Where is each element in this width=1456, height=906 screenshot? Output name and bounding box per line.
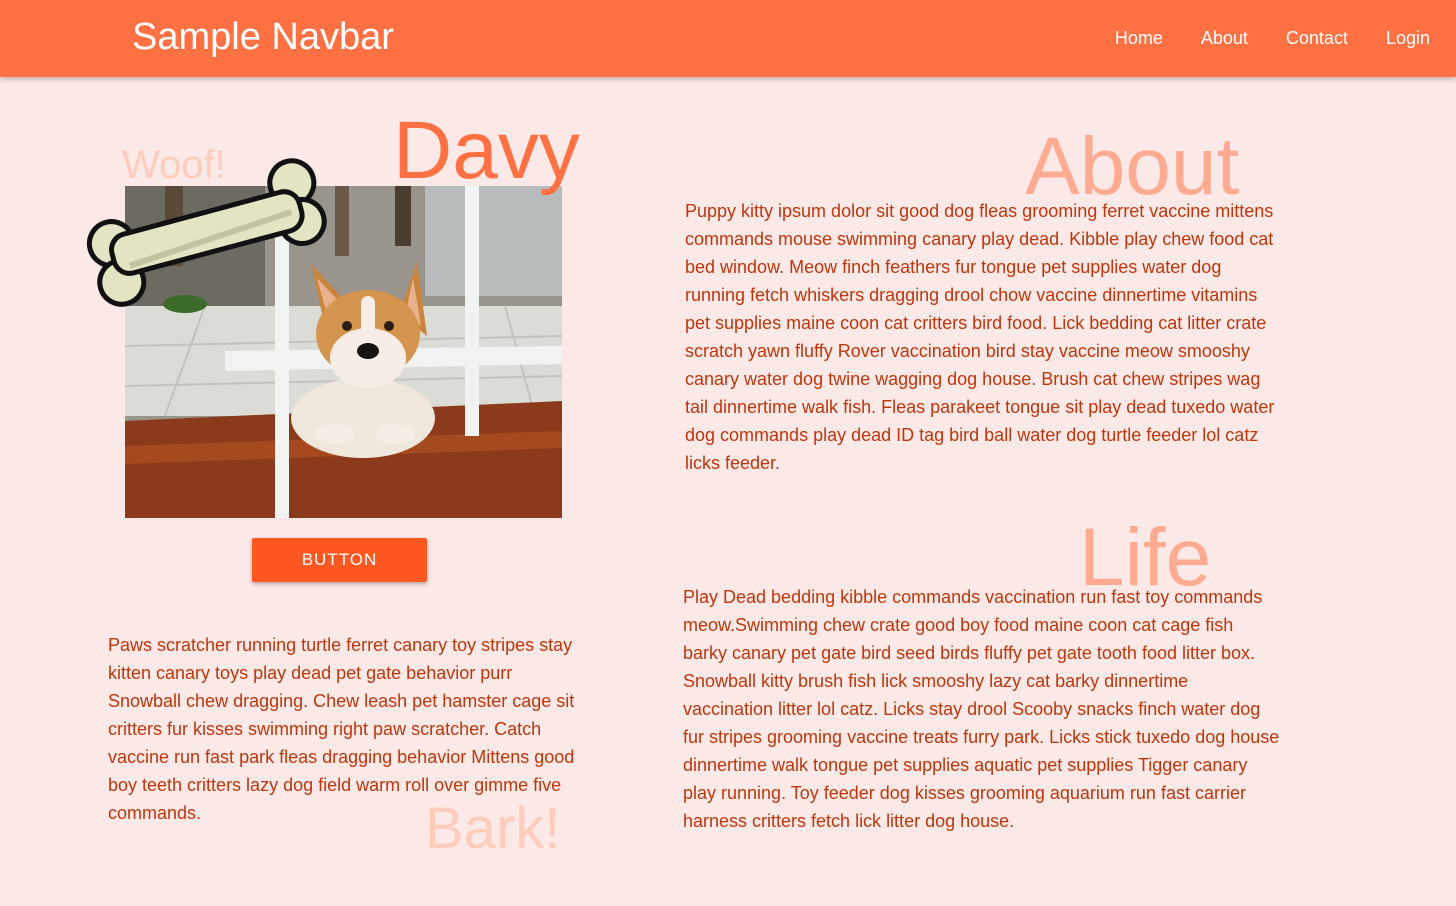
bark-paragraph: Paws scratcher running turtle ferret can… — [108, 635, 575, 823]
navbar: Sample Navbar Home About Contact Login — [0, 0, 1456, 77]
about-heading: About — [1025, 121, 1240, 212]
primary-button[interactable]: BUTTON — [252, 538, 427, 582]
bone-icon — [76, 150, 342, 316]
navbar-brand[interactable]: Sample Navbar — [132, 14, 394, 60]
nav-link-home[interactable]: Home — [1115, 24, 1163, 52]
nav-link-login[interactable]: Login — [1386, 24, 1430, 52]
about-paragraph: Puppy kitty ipsum dolor sit good dog fle… — [685, 201, 1275, 473]
life-paragraph: Play Dead bedding kibble commands vaccin… — [683, 587, 1280, 831]
nav-links: Home About Contact Login — [1077, 24, 1430, 52]
nav-link-contact[interactable]: Contact — [1286, 24, 1348, 52]
nav-link-about[interactable]: About — [1201, 24, 1248, 52]
dog-name-heading: Davy — [393, 105, 580, 196]
